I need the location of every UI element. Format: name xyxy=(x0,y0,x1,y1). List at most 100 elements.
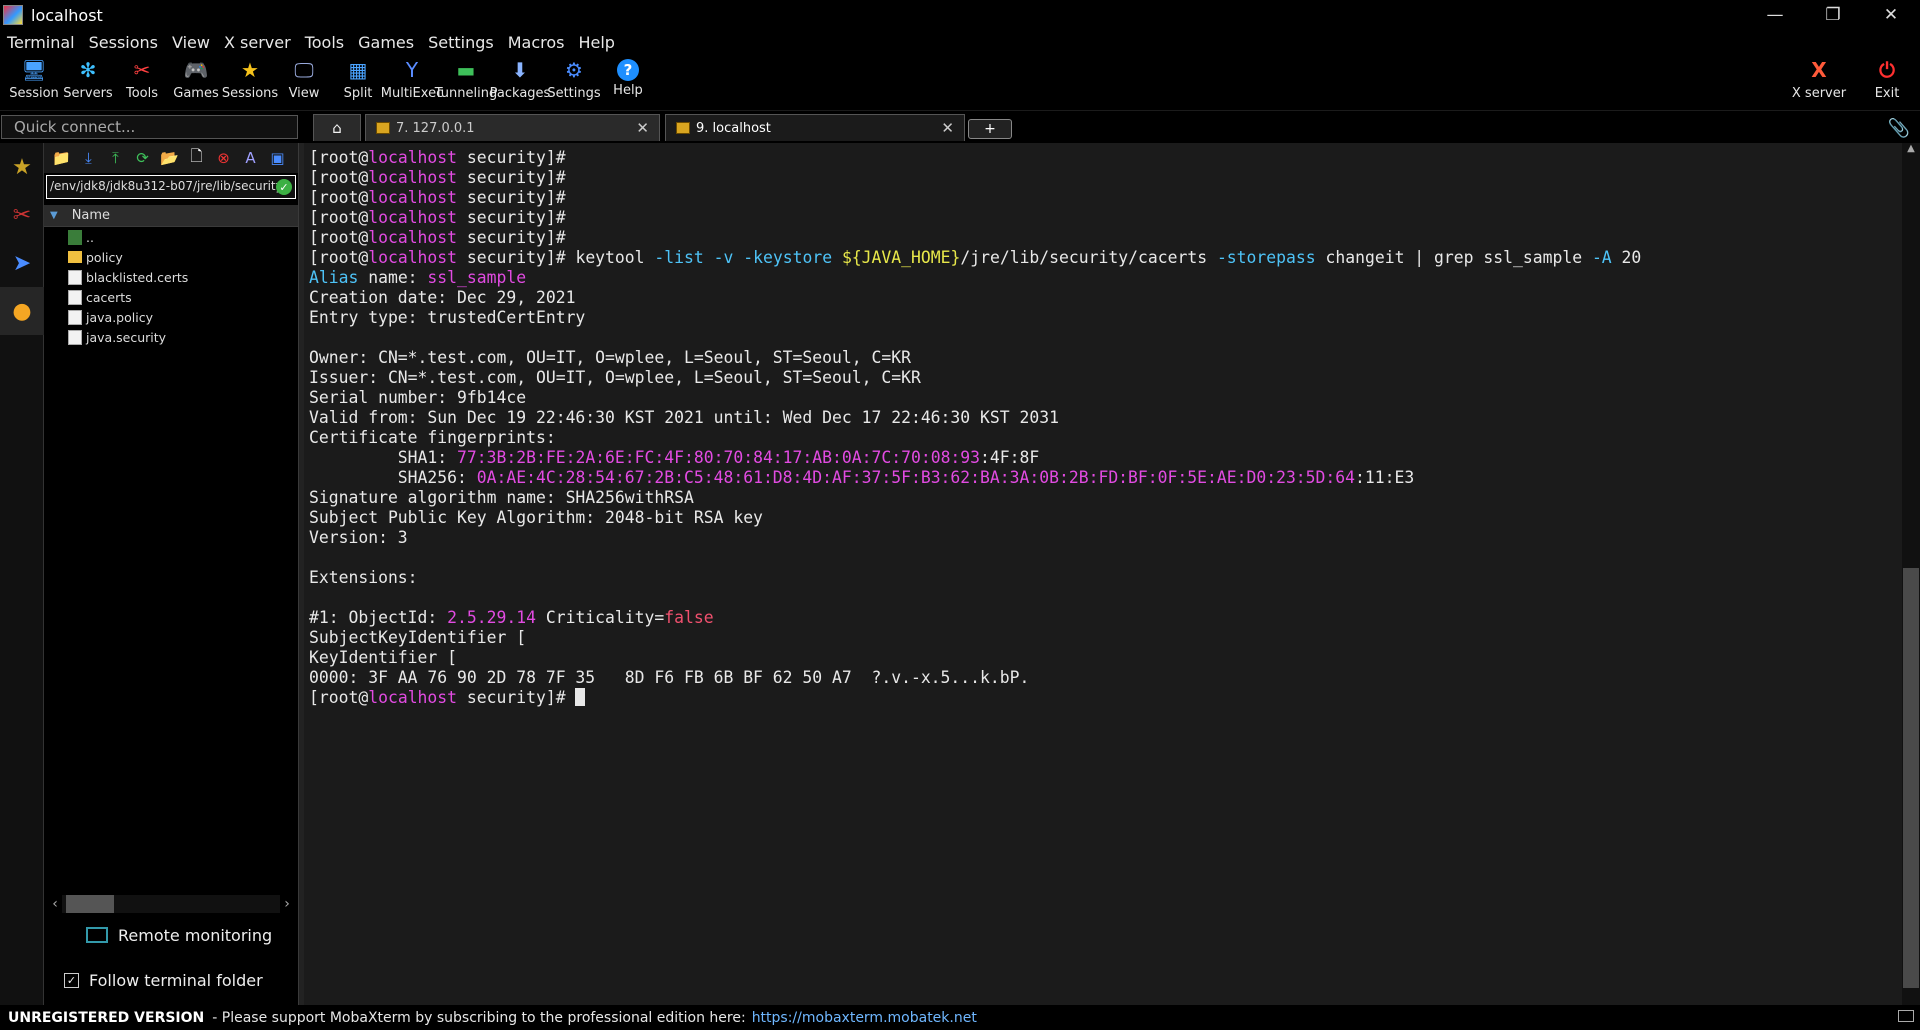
terminal-output[interactable]: [root@localhost security]# [root@localhos… xyxy=(304,143,1902,1005)
file-icon xyxy=(68,309,82,325)
terminal-text: [root@ xyxy=(309,208,369,227)
help-button[interactable]: ? Help xyxy=(595,54,661,110)
path-input[interactable]: /env/jdk8/jdk8u312-b07/jre/lib/security/… xyxy=(46,175,296,199)
view-toggle-icon[interactable]: ▣ xyxy=(264,149,291,167)
file-name: blacklisted.certs xyxy=(86,269,189,285)
tools-icon: ✂ xyxy=(133,58,151,82)
terminal-text: Certificate fingerprints: xyxy=(309,428,556,447)
file-list-item[interactable]: cacerts xyxy=(44,287,298,307)
menu-help[interactable]: Help xyxy=(571,33,621,52)
remote-monitoring-button[interactable]: Remote monitoring xyxy=(86,923,272,947)
quick-connect-input[interactable]: Quick connect... xyxy=(1,115,298,139)
terminal-text: [root@ xyxy=(309,188,369,207)
terminal-text: localhost xyxy=(368,248,458,267)
menu-view[interactable]: View xyxy=(165,33,217,52)
terminal-text: [root@ xyxy=(309,248,369,267)
terminal-line: Valid from: Sun Dec 19 22:46:30 KST 2021… xyxy=(309,408,1902,428)
terminal-line: Owner: CN=*.test.com, OU=IT, O=wplee, L=… xyxy=(309,348,1902,368)
close-icon[interactable]: ✕ xyxy=(1862,0,1920,30)
send-icon[interactable]: ➤ xyxy=(0,239,44,287)
sessions-star-icon[interactable]: ★ xyxy=(0,143,44,191)
scroll-track[interactable] xyxy=(62,895,280,913)
unregistered-label: UNREGISTERED VERSION xyxy=(8,1009,205,1026)
scroll-thumb[interactable] xyxy=(66,895,114,913)
new-folder-icon[interactable]: 📂 xyxy=(156,149,183,167)
download-icon[interactable]: ⤓ xyxy=(75,149,102,167)
path-text: /env/jdk8/jdk8u312-b07/jre/lib/security/ xyxy=(50,179,287,193)
refresh-icon[interactable]: ⟳ xyxy=(129,149,156,167)
minimize-icon[interactable]: — xyxy=(1746,0,1804,30)
terminal-text: SHA256: xyxy=(309,468,477,487)
file-list-header[interactable]: ▼ Name xyxy=(44,205,298,227)
terminal-text: SHA1: xyxy=(309,448,458,467)
follow-terminal-folder-checkbox[interactable]: ✓ Follow terminal folder xyxy=(64,969,263,991)
window-controls: — ❐ ✕ xyxy=(1746,0,1920,30)
tab-row: Quick connect... ⌂ 7. 127.0.0.1 ✕ 9. loc… xyxy=(0,111,1920,143)
close-tab-icon[interactable]: ✕ xyxy=(636,119,649,137)
sftp-icon[interactable]: ● xyxy=(0,287,44,335)
terminal-text: Version: 3 xyxy=(309,528,408,547)
exit-button[interactable]: ⏻ Exit xyxy=(1854,54,1920,110)
terminal-line: Creation date: Dec 29, 2021 xyxy=(309,288,1902,308)
scroll-thumb[interactable] xyxy=(1903,568,1919,988)
file-list-item[interactable]: java.policy xyxy=(44,307,298,327)
menu-macros[interactable]: Macros xyxy=(501,33,572,52)
mobaxterm-link[interactable]: https://mobaxterm.mobatek.net xyxy=(752,1010,977,1026)
menu-games[interactable]: Games xyxy=(351,33,421,52)
upload-icon[interactable]: ⤒ xyxy=(102,149,129,167)
tab-session-2[interactable]: 9. localhost ✕ xyxy=(665,114,965,141)
restore-icon[interactable]: ❐ xyxy=(1804,0,1862,30)
file-icon xyxy=(68,329,82,345)
scroll-up-icon[interactable]: ▲ xyxy=(1902,143,1920,159)
tools-icon[interactable]: ✂ xyxy=(0,191,44,239)
terminal-text: Extensions: xyxy=(309,568,418,587)
terminal-text: [root@ xyxy=(309,168,369,187)
scroll-left-icon[interactable]: ‹ xyxy=(48,896,62,912)
menu-tools[interactable]: Tools xyxy=(298,33,351,52)
terminal-line: [root@localhost security]# xyxy=(309,148,1902,168)
terminal-text: localhost xyxy=(368,228,458,247)
checkmark-icon[interactable]: ✓ xyxy=(276,179,292,195)
delete-icon[interactable]: ⊗ xyxy=(210,149,237,167)
new-tab-button[interactable]: + xyxy=(968,119,1012,139)
tab-session-1[interactable]: 7. 127.0.0.1 ✕ xyxy=(365,114,660,141)
new-file-icon[interactable]: 🗋 xyxy=(183,146,210,171)
title-bar: localhost — ❐ ✕ xyxy=(0,0,1920,30)
keyboard-icon[interactable] xyxy=(1898,1010,1914,1022)
menu-x-server[interactable]: X server xyxy=(217,33,298,52)
help-icon: ? xyxy=(617,59,639,81)
terminal-text: security]# xyxy=(457,168,566,187)
terminal-line: [root@localhost security]# xyxy=(309,188,1902,208)
sort-triangle-icon: ▼ xyxy=(50,210,58,221)
file-list-item[interactable]: blacklisted.certs xyxy=(44,267,298,287)
menu-settings[interactable]: Settings xyxy=(421,33,501,52)
terminal-text: -A xyxy=(1591,248,1612,267)
scroll-right-icon[interactable]: › xyxy=(280,896,294,912)
terminal-scrollbar[interactable]: ▲ xyxy=(1902,143,1920,1005)
toolbar-label: Help xyxy=(613,83,643,98)
home-tab[interactable]: ⌂ xyxy=(313,114,361,141)
close-tab-icon[interactable]: ✕ xyxy=(941,119,954,137)
split-icon: ▦ xyxy=(348,58,368,82)
menu-terminal[interactable]: Terminal xyxy=(0,33,82,52)
terminal-text: localhost xyxy=(368,188,458,207)
file-list-item[interactable]: java.security xyxy=(44,327,298,347)
file-list-item[interactable]: policy xyxy=(44,247,298,267)
checkbox-checked-icon[interactable]: ✓ xyxy=(64,972,79,988)
terminal-text: localhost xyxy=(368,168,458,187)
gears-icon: ⚙ xyxy=(565,58,583,82)
file-list-item[interactable]: .. xyxy=(44,227,298,247)
parent-folder-icon[interactable]: 📁 xyxy=(48,149,75,167)
terminal-text: [root@ xyxy=(309,148,369,167)
terminal-text: [root@ xyxy=(309,228,369,247)
attachment-icon[interactable]: 📎 xyxy=(1888,118,1910,139)
menu-sessions[interactable]: Sessions xyxy=(82,33,165,52)
terminal-text: [root@ xyxy=(309,688,369,707)
horizontal-scrollbar[interactable]: ‹ › xyxy=(48,895,294,913)
file-icon xyxy=(68,289,82,305)
x-server-button[interactable]: X X server xyxy=(1786,54,1852,110)
rename-icon[interactable]: A xyxy=(237,149,264,167)
